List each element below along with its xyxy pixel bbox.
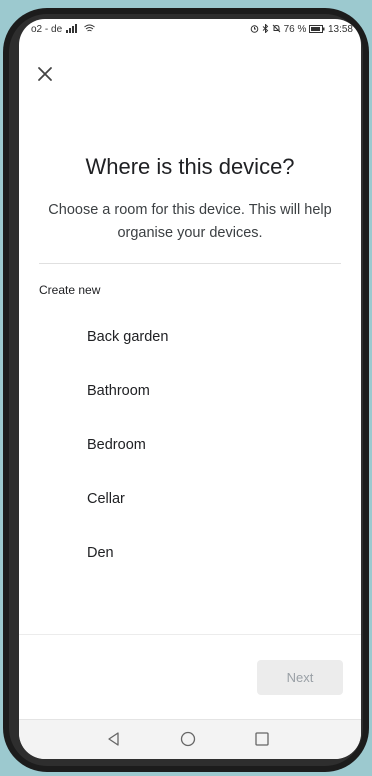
room-item-den[interactable]: Den <box>87 545 114 561</box>
carrier-label: o2 - de <box>31 24 95 35</box>
create-new-label[interactable]: Create new <box>39 283 100 297</box>
recents-square-icon[interactable] <box>253 730 271 748</box>
clock: 13:58 <box>327 24 353 35</box>
app-screen: o2 - de 76 % 13:58 Where is this device?… <box>19 19 361 759</box>
room-item-bedroom[interactable]: Bedroom <box>87 437 146 453</box>
battery-percent: 76 % <box>283 24 307 35</box>
battery-icon <box>309 25 325 33</box>
bluetooth-icon <box>262 23 269 34</box>
alarm-icon <box>250 25 259 33</box>
next-button[interactable]: Next <box>257 660 343 695</box>
carrier-text: o2 - de <box>31 24 63 35</box>
mute-icon <box>272 24 281 33</box>
wifi-icon <box>83 24 95 32</box>
status-bar: o2 - de 76 % 13:58 <box>19 19 361 41</box>
footer-divider <box>19 634 361 635</box>
divider <box>39 263 341 264</box>
signal-icon <box>65 24 77 33</box>
room-item-bathroom[interactable]: Bathroom <box>87 383 150 399</box>
back-triangle-icon[interactable] <box>105 730 123 748</box>
page-subtitle: Choose a room for this device. This will… <box>48 202 332 241</box>
room-item-back-garden[interactable]: Back garden <box>87 329 168 345</box>
close-icon[interactable] <box>35 64 55 84</box>
page-title: Where is this device? <box>85 154 295 179</box>
status-right: 76 % 13:58 <box>250 23 353 35</box>
home-circle-icon[interactable] <box>179 730 197 748</box>
room-item-cellar[interactable]: Cellar <box>87 491 125 507</box>
system-nav-bar <box>19 719 361 759</box>
